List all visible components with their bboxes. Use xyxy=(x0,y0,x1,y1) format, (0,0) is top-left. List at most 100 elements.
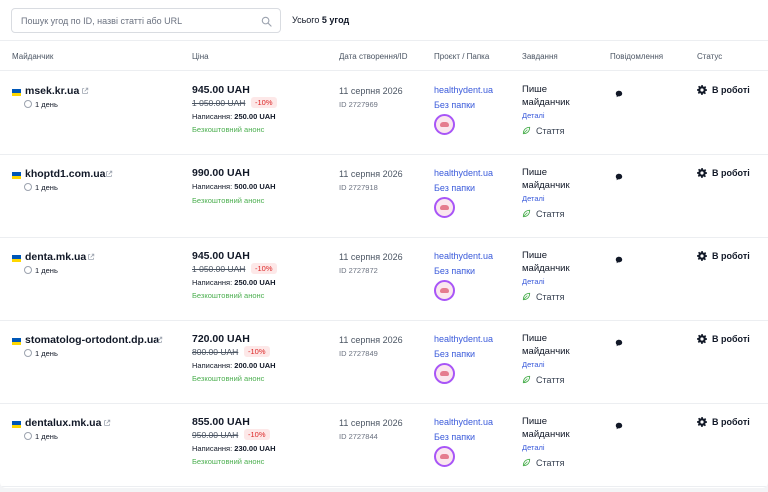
status-badge[interactable]: В роботі xyxy=(712,168,750,178)
details-link[interactable]: Деталі xyxy=(522,194,545,203)
clock-icon xyxy=(24,349,32,357)
status-badge[interactable]: В роботі xyxy=(712,417,750,427)
external-link-icon[interactable] xyxy=(155,336,163,344)
deal-price: 855.00 UAH xyxy=(192,416,250,428)
free-announcement: Безкоштовний анонс xyxy=(192,457,265,466)
avatar[interactable] xyxy=(434,114,455,135)
ukraine-flag-icon xyxy=(12,89,21,96)
created-date: 11 серпня 2026 xyxy=(339,86,403,96)
external-link-icon[interactable] xyxy=(81,87,89,95)
task-status: Пише майданчик xyxy=(522,416,570,440)
platform-domain[interactable]: msek.kr.ua xyxy=(25,85,79,97)
deal-id: ID 2727844 xyxy=(339,432,378,441)
project-link[interactable]: healthydent.ua xyxy=(434,334,493,344)
free-announcement: Безкоштовний анонс xyxy=(192,374,265,383)
writing-cost: Написання: 230.00 UAH xyxy=(192,444,276,453)
project-link[interactable]: healthydent.ua xyxy=(434,417,493,427)
free-announcement: Безкоштовний анонс xyxy=(192,291,265,300)
old-price: 1 050.00 UAH xyxy=(192,264,246,274)
old-price: 1 050.00 UAH xyxy=(192,98,246,108)
deal-id: ID 2727849 xyxy=(339,349,378,358)
external-link-icon[interactable] xyxy=(105,170,113,178)
free-announcement: Безкоштовний анонс xyxy=(192,196,265,205)
tooth-icon xyxy=(440,371,449,376)
writing-cost: Написання: 250.00 UAH xyxy=(192,278,276,287)
old-price: 950.00 UAH xyxy=(192,430,239,440)
deal-id: ID 2727969 xyxy=(339,100,378,109)
deals-total-label: Усього xyxy=(292,15,320,25)
table-row[interactable]: stomatolog-ortodont.dp.ua 1 день 720.00 … xyxy=(0,321,768,404)
folder-link[interactable]: Без папки xyxy=(434,266,475,276)
search-box[interactable] xyxy=(11,8,281,33)
gear-icon xyxy=(697,334,707,344)
writing-cost-value: 200.00 UAH xyxy=(234,361,276,370)
created-date: 11 серпня 2026 xyxy=(339,335,403,345)
table-row[interactable]: dentalux.mk.ua 1 день 855.00 UAH 950.00 … xyxy=(0,404,768,487)
clock-icon xyxy=(24,432,32,440)
platform-domain[interactable]: denta.mk.ua xyxy=(25,251,86,263)
writing-cost-value: 250.00 UAH xyxy=(234,112,276,121)
details-link[interactable]: Деталі xyxy=(522,360,545,369)
status-badge[interactable]: В роботі xyxy=(712,334,750,344)
search-input[interactable] xyxy=(21,14,261,28)
deal-price: 990.00 UAH xyxy=(192,167,250,179)
leaf-icon xyxy=(522,126,531,135)
tooth-icon xyxy=(440,454,449,459)
avatar[interactable] xyxy=(434,197,455,218)
gear-icon xyxy=(697,85,707,95)
deal-price: 945.00 UAH xyxy=(192,84,250,96)
deal-age: 1 день xyxy=(35,183,58,192)
project-link[interactable]: healthydent.ua xyxy=(434,168,493,178)
details-link[interactable]: Деталі xyxy=(522,111,545,120)
column-header-task: Завдання xyxy=(522,52,558,61)
writing-cost: Написання: 200.00 UAH xyxy=(192,361,276,370)
folder-link[interactable]: Без папки xyxy=(434,349,475,359)
leaf-icon xyxy=(522,292,531,301)
column-header-messages: Повідомлення xyxy=(610,52,664,61)
details-link[interactable]: Деталі xyxy=(522,443,545,452)
folder-link[interactable]: Без папки xyxy=(434,100,475,110)
column-header-project: Проєкт / Папка xyxy=(434,52,490,61)
writing-cost-label: Написання: xyxy=(192,444,233,453)
platform-domain[interactable]: dentalux.mk.ua xyxy=(25,417,101,429)
discount-badge: -10% xyxy=(251,97,277,108)
chat-bubble-icon[interactable] xyxy=(615,256,623,264)
folder-link[interactable]: Без папки xyxy=(434,432,475,442)
details-link[interactable]: Деталі xyxy=(522,277,545,286)
table-row[interactable]: msek.kr.ua 1 день 945.00 UAH 1 050.00 UA… xyxy=(0,72,768,155)
platform-domain[interactable]: khoptd1.com.ua xyxy=(25,168,106,180)
avatar[interactable] xyxy=(434,446,455,467)
external-link-icon[interactable] xyxy=(103,419,111,427)
writing-cost-label: Написання: xyxy=(192,361,233,370)
leaf-icon xyxy=(522,209,531,218)
chat-bubble-icon[interactable] xyxy=(615,422,623,430)
avatar[interactable] xyxy=(434,363,455,384)
external-link-icon[interactable] xyxy=(87,253,95,261)
deal-age: 1 день xyxy=(35,432,58,441)
tooth-icon xyxy=(440,288,449,293)
avatar[interactable] xyxy=(434,280,455,301)
chat-bubble-icon[interactable] xyxy=(615,339,623,347)
chat-bubble-icon[interactable] xyxy=(615,90,623,98)
deal-age: 1 день xyxy=(35,349,58,358)
ukraine-flag-icon xyxy=(12,172,21,179)
column-header-platform: Майданчик xyxy=(12,52,54,61)
table-row[interactable]: denta.mk.ua 1 день 945.00 UAH 1 050.00 U… xyxy=(0,238,768,321)
status-badge[interactable]: В роботі xyxy=(712,85,750,95)
task-status: Пише майданчик xyxy=(522,84,570,108)
search-icon[interactable] xyxy=(261,16,272,27)
project-link[interactable]: healthydent.ua xyxy=(434,251,493,261)
created-date: 11 серпня 2026 xyxy=(339,252,403,262)
writing-cost-value: 500.00 UAH xyxy=(234,182,276,191)
content-type: Стаття xyxy=(536,458,565,468)
clock-icon xyxy=(24,266,32,274)
table-row[interactable]: khoptd1.com.ua 1 день 990.00 UAH Написан… xyxy=(0,155,768,238)
content-type: Стаття xyxy=(536,126,565,136)
platform-domain[interactable]: stomatolog-ortodont.dp.ua xyxy=(25,334,159,346)
project-link[interactable]: healthydent.ua xyxy=(434,85,493,95)
task-status: Пише майданчик xyxy=(522,250,570,274)
status-badge[interactable]: В роботі xyxy=(712,251,750,261)
folder-link[interactable]: Без папки xyxy=(434,183,475,193)
deal-price: 720.00 UAH xyxy=(192,333,250,345)
chat-bubble-icon[interactable] xyxy=(615,173,623,181)
